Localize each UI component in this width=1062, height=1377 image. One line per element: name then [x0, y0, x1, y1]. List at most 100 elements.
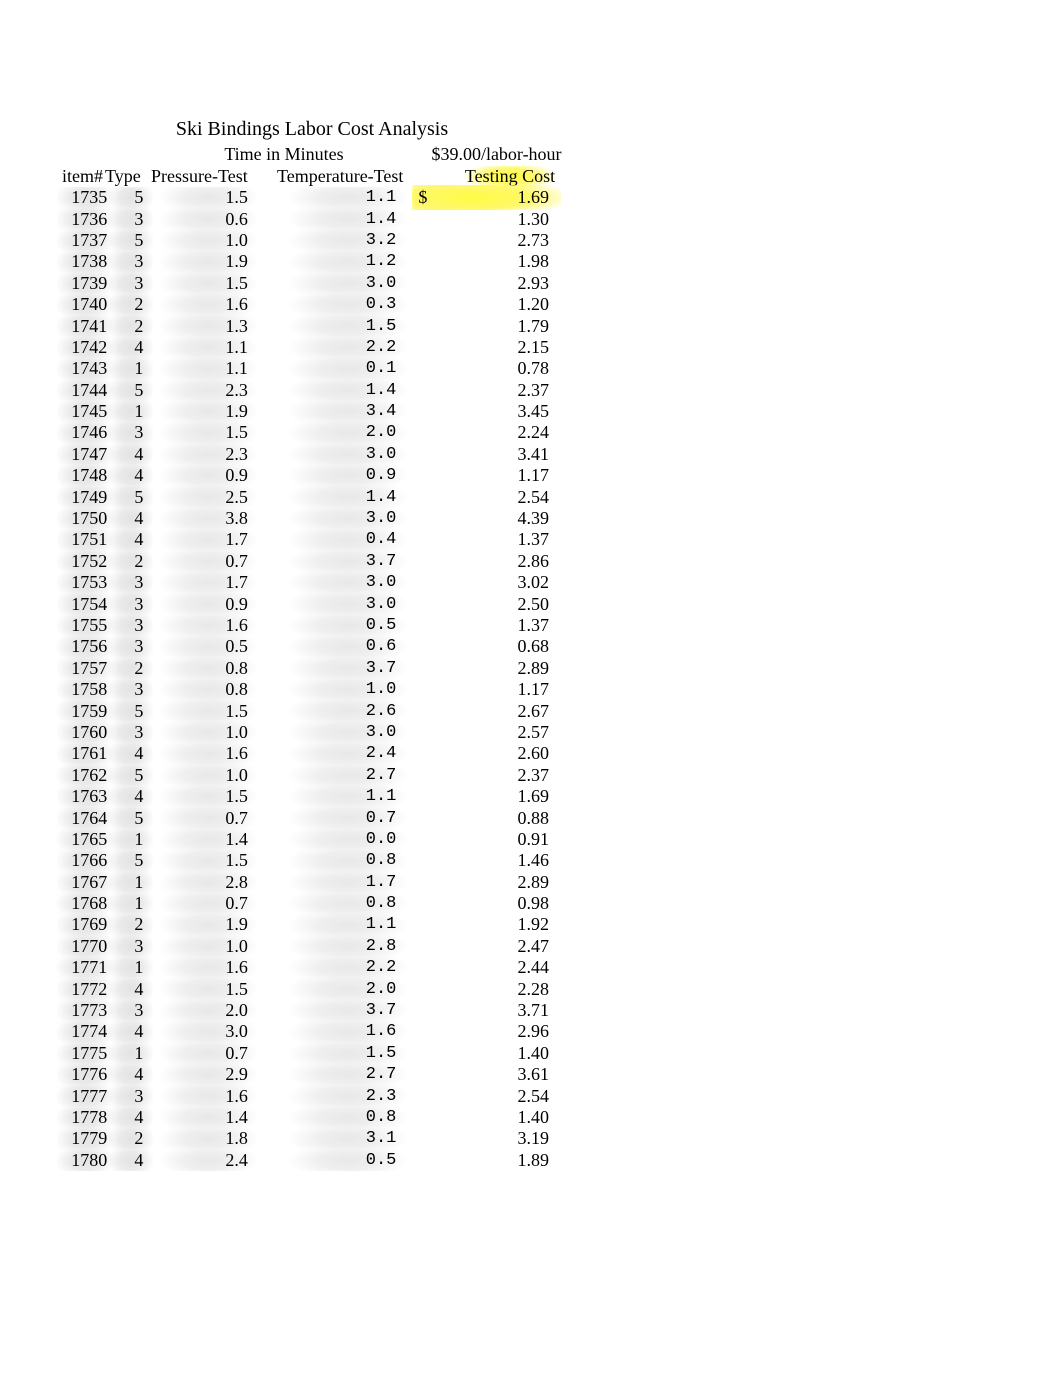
cell-currency: [418, 978, 434, 999]
cell-currency: [418, 1085, 434, 1106]
cell-cost: 1.79: [434, 315, 567, 336]
cell-temp: 2.7: [268, 765, 419, 786]
cell-cost: 2.50: [434, 593, 567, 614]
table-row: 174742.33.03.41: [57, 444, 567, 465]
cell-cost: 1.17: [434, 465, 567, 486]
cell-type: 4: [113, 444, 149, 465]
cell-type: 2: [113, 914, 149, 935]
col-header-cost: Testing Cost: [415, 166, 575, 187]
cell-currency: [418, 551, 434, 572]
table-row: 173931.53.02.93: [57, 273, 567, 294]
cell-type: 1: [113, 401, 149, 422]
table-row: 174452.31.42.37: [57, 380, 567, 401]
cell-type: 3: [113, 1000, 149, 1021]
cell-item: 1738: [57, 251, 113, 272]
cell-cost: 1.98: [434, 251, 567, 272]
cell-currency: [418, 358, 434, 379]
table-row: 174241.12.22.15: [57, 337, 567, 358]
cell-item: 1776: [57, 1064, 113, 1085]
cell-temp: 3.4: [268, 401, 419, 422]
cell-item: 1737: [57, 230, 113, 251]
table-row: 176651.50.81.46: [57, 850, 567, 871]
cell-item: 1780: [57, 1150, 113, 1171]
cell-pressure: 1.9: [149, 251, 267, 272]
cell-cost: 3.71: [434, 1000, 567, 1021]
cell-cost: 2.67: [434, 700, 567, 721]
cell-item: 1743: [57, 358, 113, 379]
cell-temp: 3.1: [268, 1128, 419, 1149]
cell-currency: [418, 936, 434, 957]
cell-currency: [418, 486, 434, 507]
cell-item: 1746: [57, 422, 113, 443]
table-row: 174631.52.02.24: [57, 422, 567, 443]
cell-currency: [418, 679, 434, 700]
cell-item: 1741: [57, 315, 113, 336]
cell-temp: 1.4: [268, 486, 419, 507]
cell-pressure: 1.5: [149, 978, 267, 999]
cell-item: 1778: [57, 1107, 113, 1128]
cell-type: 4: [113, 786, 149, 807]
cell-cost: 3.41: [434, 444, 567, 465]
cell-type: 3: [113, 636, 149, 657]
cell-currency: [418, 1107, 434, 1128]
cell-currency: [418, 294, 434, 315]
cell-item: 1772: [57, 978, 113, 999]
cell-cost: 4.39: [434, 508, 567, 529]
cell-cost: 3.02: [434, 572, 567, 593]
cell-currency: [418, 1064, 434, 1085]
cell-cost: 2.47: [434, 936, 567, 957]
table-row: 176810.70.80.98: [57, 893, 567, 914]
cell-type: 2: [113, 551, 149, 572]
cell-item: 1735: [57, 187, 113, 208]
table-row: 173751.03.22.73: [57, 230, 567, 251]
cell-item: 1748: [57, 465, 113, 486]
cell-cost: 3.45: [434, 401, 567, 422]
cell-type: 1: [113, 957, 149, 978]
cell-cost: 2.73: [434, 230, 567, 251]
cell-temp: 0.9: [268, 465, 419, 486]
cell-pressure: 0.9: [149, 465, 267, 486]
report-title: Ski Bindings Labor Cost Analysis: [57, 118, 467, 141]
cell-pressure: 1.6: [149, 615, 267, 636]
cell-type: 3: [113, 679, 149, 700]
cell-type: 2: [113, 658, 149, 679]
cell-currency: [418, 572, 434, 593]
cell-type: 5: [113, 850, 149, 871]
cell-temp: 2.0: [268, 422, 419, 443]
cell-pressure: 2.8: [149, 872, 267, 893]
cell-item: 1739: [57, 273, 113, 294]
cell-item: 1773: [57, 1000, 113, 1021]
cell-temp: 0.7: [268, 807, 419, 828]
table-row: 176341.51.11.69: [57, 786, 567, 807]
table-row: 174511.93.43.45: [57, 401, 567, 422]
cell-cost: 0.98: [434, 893, 567, 914]
cell-currency: [418, 508, 434, 529]
table-row: 175220.73.72.86: [57, 551, 567, 572]
cell-temp: 0.5: [268, 1150, 419, 1171]
cell-item: 1742: [57, 337, 113, 358]
table-row: 175951.52.62.67: [57, 700, 567, 721]
table-row: 177841.40.81.40: [57, 1107, 567, 1128]
super-header-rate: $39.00/labor-hour: [419, 144, 574, 165]
cell-pressure: 1.3: [149, 315, 267, 336]
cell-pressure: 1.4: [149, 829, 267, 850]
cell-currency: [418, 337, 434, 358]
cell-temp: 1.7: [268, 872, 419, 893]
table-row: 175430.93.02.50: [57, 593, 567, 614]
table-row: 176031.03.02.57: [57, 722, 567, 743]
cell-pressure: 1.6: [149, 294, 267, 315]
cell-item: 1756: [57, 636, 113, 657]
cell-pressure: 0.7: [149, 893, 267, 914]
cell-pressure: 0.7: [149, 1043, 267, 1064]
table-row: 177443.01.62.96: [57, 1021, 567, 1042]
col-header-temp: Temperature-Test: [257, 166, 415, 187]
cell-type: 1: [113, 893, 149, 914]
cell-pressure: 1.1: [149, 337, 267, 358]
cell-type: 4: [113, 743, 149, 764]
table-row: 177731.62.32.54: [57, 1085, 567, 1106]
cell-type: 4: [113, 337, 149, 358]
data-table: 173551.51.1$1.69173630.61.41.30173751.03…: [57, 187, 567, 1171]
cell-cost: 2.60: [434, 743, 567, 764]
cell-item: 1762: [57, 765, 113, 786]
cell-currency: [418, 593, 434, 614]
